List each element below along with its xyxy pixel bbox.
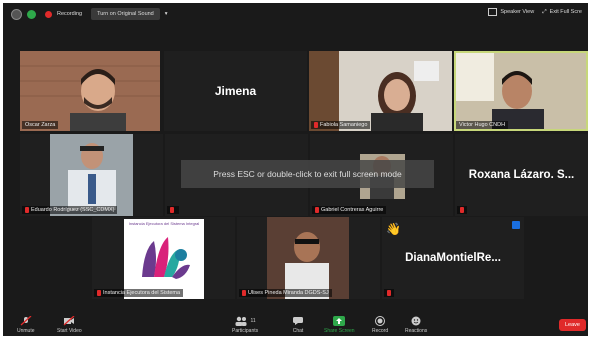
participant-name: Instancia Ejecutora del Sistema <box>103 290 181 296</box>
exit-fullscreen-button[interactable]: ⤢ Exit Full Scre <box>542 9 582 16</box>
chat-label: Chat <box>292 328 304 334</box>
muted-mic-icon <box>25 207 29 213</box>
muted-mic-icon <box>460 207 464 213</box>
participant-video <box>20 134 163 216</box>
participants-count: 11 <box>250 318 256 324</box>
logo-image: Instancia Ejecutora del Sistema Integral <box>124 219 204 299</box>
recording-icon <box>45 10 52 18</box>
speaker-view-label: Speaker View <box>500 9 535 15</box>
reactions-icon <box>410 316 422 326</box>
chat-button[interactable]: Chat <box>292 316 304 334</box>
fullscreen-icon: ⤢ <box>542 8 547 15</box>
grid-icon <box>488 8 498 16</box>
exit-fullscreen-label: Exit Full Scre <box>549 9 582 15</box>
participant-name: Victor Hugo CNDH <box>459 122 506 128</box>
top-bar: Recording Turn on Original Sound ▾ Speak… <box>3 3 588 25</box>
participant-video <box>20 51 160 131</box>
organization-logo <box>142 237 190 279</box>
record-label: Record <box>372 328 389 334</box>
nameplate <box>457 206 467 214</box>
hand-raised-badge-icon <box>512 221 520 229</box>
participants-button[interactable]: 11 Participants <box>232 316 258 334</box>
participant-name: Gabriel Contreras Aguirre <box>321 207 384 213</box>
muted-mic-icon <box>314 122 318 128</box>
wave-reaction-icon: 👋 <box>386 222 401 236</box>
video-tile-diana[interactable]: 👋 DianaMontielRe... <box>382 217 524 299</box>
participant-name: Oscar Zarza <box>25 122 56 128</box>
reactions-button[interactable]: Reactions <box>405 316 427 334</box>
leave-button[interactable]: Leave <box>559 319 586 331</box>
nameplate: Fabiola Samaniego <box>311 121 371 129</box>
nameplate: Oscar Zarza <box>22 121 59 129</box>
muted-mic-icon <box>170 207 174 213</box>
participant-name: Fabiola Samaniego <box>320 122 368 128</box>
fullscreen-hint-text: Press ESC or double-click to exit full s… <box>213 169 402 179</box>
nameplate: Instancia Ejecutora del Sistema <box>94 289 184 297</box>
participant-name: Eduardo Rodríguez (SSC_CDMX) <box>31 207 115 213</box>
start-video-label: Start Video <box>57 328 82 334</box>
participant-name-large: Roxana Lázaro. S... <box>468 169 575 181</box>
muted-mic-icon <box>387 290 391 296</box>
recording-label: Recording <box>57 11 83 17</box>
nameplate: Victor Hugo CNDH <box>456 121 509 129</box>
share-screen-icon <box>333 316 346 326</box>
video-tile-oscar[interactable]: Oscar Zarza <box>20 51 160 131</box>
participants-label: Participants <box>232 328 259 334</box>
fullscreen-hint-overlay: Press ESC or double-click to exit full s… <box>181 160 434 188</box>
nameplate: Gabriel Contreras Aguirre <box>312 206 387 214</box>
video-tile-jimena[interactable]: Jimena <box>164 51 307 131</box>
participant-name: Ulises Pineda Miranda DGDS-SJ <box>248 290 329 296</box>
nameplate <box>384 289 394 297</box>
nameplate: Eduardo Rodríguez (SSC_CDMX) <box>22 206 118 214</box>
video-off-icon <box>63 316 75 326</box>
shield-icon[interactable] <box>27 9 36 19</box>
unmute-button[interactable]: Unmute <box>17 316 35 334</box>
video-tile-eduardo[interactable]: Eduardo Rodríguez (SSC_CDMX) <box>20 134 163 216</box>
original-sound-button[interactable]: Turn on Original Sound <box>91 8 160 20</box>
record-icon <box>374 316 386 326</box>
chat-icon <box>292 316 304 326</box>
participants-icon: 11 <box>232 316 258 326</box>
video-tile-victor[interactable]: Victor Hugo CNDH <box>454 51 588 131</box>
logo-text: Instancia Ejecutora del Sistema Integral <box>128 221 200 226</box>
info-icon[interactable] <box>11 8 22 20</box>
zoom-window: Recording Turn on Original Sound ▾ Speak… <box>3 3 588 336</box>
participant-name-large: Jimena <box>214 84 257 98</box>
video-tile-ulises[interactable]: Ulises Pineda Miranda DGDS-SJ <box>237 217 380 299</box>
muted-mic-icon <box>20 316 32 326</box>
reactions-label: Reactions <box>405 328 428 334</box>
unmute-label: Unmute <box>17 328 35 334</box>
speaker-view-button[interactable]: Speaker View <box>488 8 534 16</box>
video-tile-roxana[interactable]: Roxana Lázaro. S... <box>455 134 588 216</box>
muted-mic-icon <box>97 290 101 296</box>
muted-mic-icon <box>315 207 319 213</box>
share-screen-label: Share Screen <box>324 328 355 334</box>
start-video-button[interactable]: Start Video <box>57 316 82 334</box>
record-button[interactable]: Record <box>372 316 388 334</box>
muted-mic-icon <box>242 290 246 296</box>
nameplate <box>167 206 179 214</box>
control-bar: Unmute Start Video 11 Participants Chat <box>3 310 588 336</box>
video-tile-instancia[interactable]: Instancia Ejecutora del Sistema Integral… <box>92 217 235 299</box>
video-tile-fabiola[interactable]: Fabiola Samaniego <box>309 51 452 131</box>
participant-video <box>454 51 588 131</box>
nameplate: Ulises Pineda Miranda DGDS-SJ <box>239 289 332 297</box>
participant-video <box>309 51 452 131</box>
chevron-down-icon[interactable]: ▾ <box>165 11 168 17</box>
share-screen-button[interactable]: Share Screen <box>324 316 355 334</box>
participant-name-large: DianaMontielRe... <box>405 252 501 264</box>
participant-video <box>237 217 380 299</box>
